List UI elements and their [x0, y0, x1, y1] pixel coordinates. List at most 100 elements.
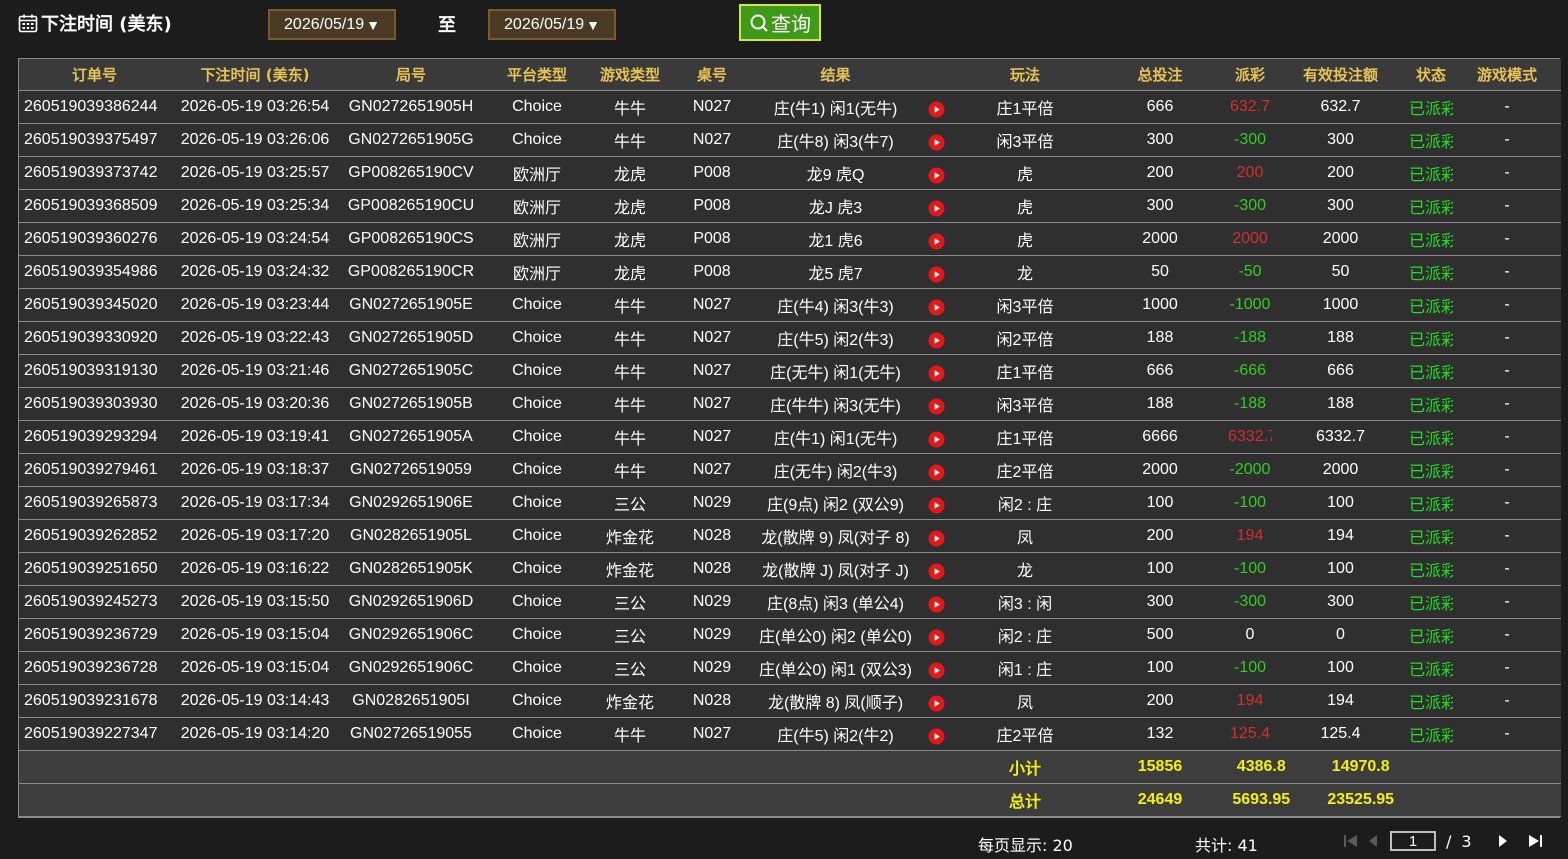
table-id-cell: P008 [668, 255, 756, 289]
video-replay-icon[interactable] [928, 628, 945, 646]
video-replay-icon[interactable] [928, 430, 945, 448]
status-cell: 已派彩 [1409, 651, 1453, 685]
subtotal-label: 小计 [958, 750, 1092, 784]
game-type-cell: 牛牛 [592, 321, 668, 355]
valid-bet-cell: 100 [1272, 486, 1409, 520]
order-id-cell: 260519039245273 [19, 585, 170, 619]
video-replay-icon[interactable] [928, 595, 945, 613]
payout-cell: 6332.7 [1228, 420, 1272, 454]
bet-time-cell: 2026-05-19 03:24:54 [170, 222, 340, 256]
table-id-cell: N027 [668, 354, 756, 388]
query-button[interactable]: 查询 [739, 4, 821, 41]
table-row: 260519039354986 2026-05-19 03:24:32 GP0082… [19, 255, 1561, 289]
grand-total-label: 总计 [958, 783, 1092, 817]
game-mode-cell: - [1453, 123, 1561, 157]
payout-cell: 0 [1228, 618, 1272, 652]
table-id-cell: P008 [668, 189, 756, 223]
payout-cell: -188 [1228, 387, 1272, 421]
play-type-cell: 闲2 : 庄 [958, 486, 1092, 520]
page-title: 下注时间 (美东) [41, 14, 172, 35]
valid-bet-cell: 632.7 [1272, 90, 1409, 124]
video-replay-icon[interactable] [928, 133, 945, 151]
play-type-cell: 闲3 : 闲 [958, 585, 1092, 619]
video-replay-icon[interactable] [928, 496, 945, 514]
table-id-cell: N027 [668, 387, 756, 421]
col-header: 有效投注额 [1272, 59, 1409, 91]
table-row: 260519039227347 2026-05-19 03:14:20 GN0272… [19, 717, 1561, 751]
video-replay-icon[interactable] [928, 199, 945, 217]
result-cell: 庄(牛5) 闲2(牛2) [756, 717, 915, 751]
order-id-cell: 260519039262852 [19, 519, 170, 553]
video-replay-icon[interactable] [928, 364, 945, 382]
first-page-icon [1344, 835, 1357, 847]
col-header: 派彩 [1228, 59, 1272, 91]
round-id-cell: GN02726519059 [340, 453, 482, 487]
platform-type-cell: Choice [482, 288, 592, 322]
first-page-button[interactable] [1340, 830, 1362, 852]
table-row: 260519039231678 2026-05-19 03:14:43 GN0282… [19, 684, 1561, 718]
round-id-cell: GN0272651905A [340, 420, 482, 454]
video-replay-icon[interactable] [928, 232, 945, 250]
game-mode-cell: - [1453, 618, 1561, 652]
prev-page-button[interactable] [1362, 830, 1384, 852]
total-bet-cell: 6666 [1092, 420, 1228, 454]
status-cell: 已派彩 [1409, 717, 1453, 751]
bet-time-cell: 2026-05-19 03:14:20 [170, 717, 340, 751]
video-replay-icon[interactable] [928, 100, 945, 118]
start-date-picker[interactable]: 2026/05/19 ▼ [268, 9, 396, 40]
table-row: 260519039236728 2026-05-19 03:15:04 GN0292… [19, 651, 1561, 685]
game-type-cell: 牛牛 [592, 123, 668, 157]
payout-cell: -100 [1228, 486, 1272, 520]
status-cell: 已派彩 [1409, 552, 1453, 586]
payout-cell: 125.4 [1228, 717, 1272, 751]
page-number-input[interactable] [1390, 831, 1436, 851]
status-cell: 已派彩 [1409, 222, 1453, 256]
table-row: 260519039345020 2026-05-19 03:23:44 GN0272… [19, 288, 1561, 322]
game-mode-cell: - [1453, 90, 1561, 124]
total-bet-cell: 200 [1092, 156, 1228, 190]
bet-time-cell: 2026-05-19 03:21:46 [170, 354, 340, 388]
status-cell: 已派彩 [1409, 354, 1453, 388]
video-replay-icon[interactable] [928, 397, 945, 415]
valid-bet-cell: 100 [1272, 651, 1409, 685]
video-replay-icon[interactable] [928, 727, 945, 745]
platform-type-cell: Choice [482, 321, 592, 355]
total-bet-cell: 188 [1092, 321, 1228, 355]
game-mode-cell: - [1453, 288, 1561, 322]
platform-type-cell: Choice [482, 486, 592, 520]
table-id-cell: N029 [668, 486, 756, 520]
table-id-cell: N029 [668, 618, 756, 652]
caret-down-icon: ▼ [586, 16, 600, 33]
next-page-button[interactable] [1492, 830, 1514, 852]
order-id-cell: 260519039319130 [19, 354, 170, 388]
video-replay-icon[interactable] [928, 265, 945, 283]
table-row: 260519039360276 2026-05-19 03:24:54 GP0082… [19, 222, 1561, 256]
status-cell: 已派彩 [1409, 255, 1453, 289]
replay-cell [915, 486, 958, 520]
bet-time-cell: 2026-05-19 03:25:34 [170, 189, 340, 223]
video-replay-icon[interactable] [928, 661, 945, 679]
video-replay-icon[interactable] [928, 166, 945, 184]
video-replay-icon[interactable] [928, 331, 945, 349]
replay-cell [915, 255, 958, 289]
grand-total-spacer-end [1409, 783, 1561, 817]
last-page-button[interactable] [1524, 830, 1546, 852]
status-cell: 已派彩 [1409, 684, 1453, 718]
result-cell: 龙(散牌 9) 凤(对子 8) [756, 519, 915, 553]
replay-cell [915, 354, 958, 388]
video-replay-icon[interactable] [928, 298, 945, 316]
order-id-cell: 260519039375497 [19, 123, 170, 157]
video-replay-icon[interactable] [928, 529, 945, 547]
round-id-cell: GN0292651906D [340, 585, 482, 619]
status-cell: 已派彩 [1409, 420, 1453, 454]
game-type-cell: 龙虎 [592, 156, 668, 190]
table-row: 260519039265873 2026-05-19 03:17:34 GN0292… [19, 486, 1561, 520]
table-id-cell: N027 [668, 321, 756, 355]
end-date-picker[interactable]: 2026/05/19 ▼ [488, 9, 616, 40]
total-bet-cell: 666 [1092, 354, 1228, 388]
video-replay-icon[interactable] [928, 562, 945, 580]
table-row: 260519039375497 2026-05-19 03:26:06 GN0272… [19, 123, 1561, 157]
video-replay-icon[interactable] [928, 694, 945, 712]
video-replay-icon[interactable] [928, 463, 945, 481]
result-cell: 龙(散牌 J) 凤(对子 J) [756, 552, 915, 586]
